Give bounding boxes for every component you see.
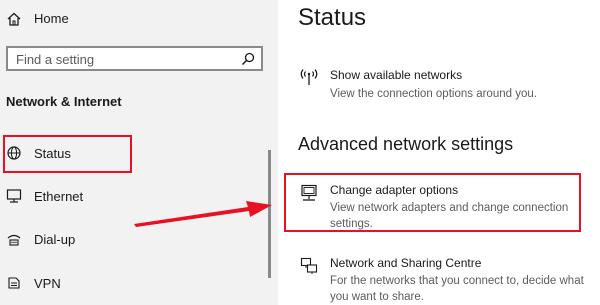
- sidebar-item-status[interactable]: Status: [0, 133, 278, 173]
- option-description: For the networks that you connect to, de…: [330, 275, 584, 303]
- sidebar-item-label: VPN: [34, 276, 61, 291]
- option-title: Change adapter options: [330, 183, 459, 197]
- antenna-icon: [300, 69, 318, 85]
- home-icon: [7, 12, 21, 26]
- option-description: View the connection options around you.: [330, 88, 537, 100]
- search-placeholder: Find a setting: [16, 52, 95, 67]
- sidebar-item-label: Ethernet: [34, 189, 84, 204]
- search-icon[interactable]: [241, 52, 255, 66]
- sidebar-item-vpn[interactable]: VPN: [0, 264, 278, 304]
- section-heading: Network & Internet: [6, 94, 122, 109]
- sidebar-item-label: Home: [34, 11, 69, 26]
- adapter-icon: [301, 184, 317, 201]
- sidebar-item-label: Status: [34, 146, 71, 161]
- dialup-icon: [7, 234, 21, 246]
- sharing-icon: [300, 257, 318, 274]
- annotation-arrow: [134, 201, 272, 227]
- ethernet-icon: [6, 189, 22, 203]
- option-description: View network adapters and change connect…: [330, 202, 569, 230]
- vpn-icon: [8, 277, 20, 289]
- option-title: Network and Sharing Centre: [330, 256, 482, 270]
- globe-icon: [7, 146, 21, 160]
- show-available-networks-link[interactable]: Show available networks View the connect…: [290, 66, 590, 104]
- search-input[interactable]: Find a setting: [6, 46, 263, 71]
- page-title: Status: [298, 4, 367, 31]
- sidebar-item-home[interactable]: Home: [0, 0, 278, 40]
- network-and-sharing-centre-link[interactable]: Network and Sharing Centre For the netwo…: [290, 254, 590, 304]
- change-adapter-options-link[interactable]: Change adapter options View network adap…: [290, 181, 590, 231]
- option-title: Show available networks: [330, 68, 463, 82]
- advanced-network-settings-heading: Advanced network settings: [298, 134, 514, 154]
- sidebar: Home Find a setting Network & Internet S…: [0, 0, 278, 305]
- sidebar-item-label: Dial-up: [34, 232, 76, 247]
